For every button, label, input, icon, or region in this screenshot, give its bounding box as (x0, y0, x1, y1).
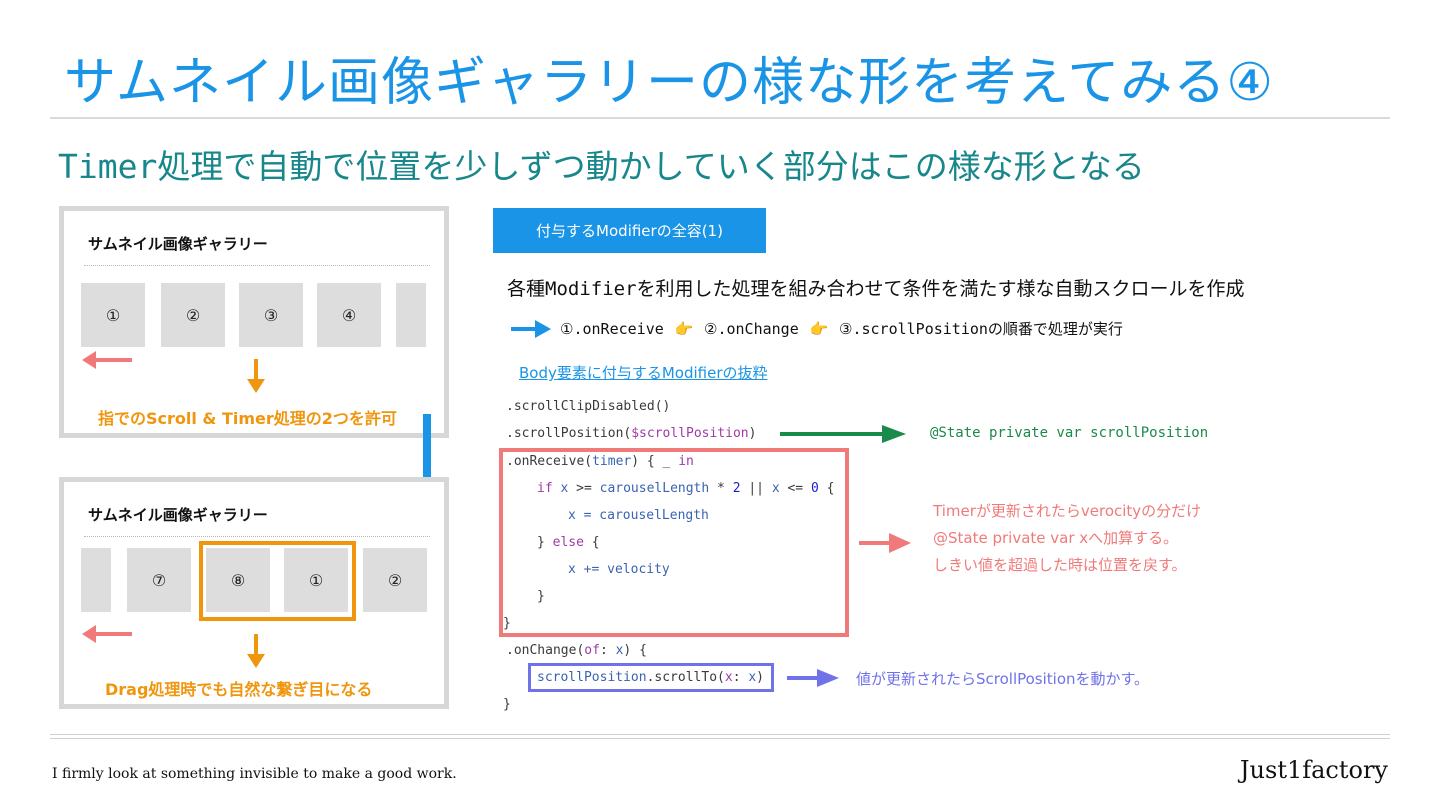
code-line-4: if x >= carouselLength * 2 || x <= 0 { (537, 481, 835, 496)
title-divider (50, 117, 1390, 119)
order-step-1: ①.onReceive (560, 320, 664, 338)
description-prefix: 各種 (507, 278, 546, 300)
description-mono: Modifier (545, 278, 637, 300)
code-line-1: .scrollClipDisabled() (506, 399, 671, 414)
code-line-7: x += velocity (568, 562, 670, 577)
state-note: @State private var scrollPosition (930, 425, 1209, 441)
code-line-5: x = carouselLength (568, 508, 709, 523)
down-arrow-icon (247, 359, 265, 393)
panel-2-divider (84, 536, 430, 537)
seam-highlight-box (199, 541, 356, 621)
panel-1-divider (84, 265, 430, 266)
footer-tagline: I firmly look at something invisible to … (52, 766, 457, 782)
thumbnail-partial[interactable] (81, 548, 111, 612)
subtitle-rest: 処理で自動で位置を少しずつ動かしていく部分はこの様な形となる (157, 147, 1145, 186)
thumbnail-3[interactable]: ③ (239, 283, 303, 347)
hand-pointer-icon: 👉 (809, 320, 829, 338)
thumbnail-2[interactable]: ② (161, 283, 225, 347)
value-note: 値が更新されたらScrollPositionを動かす。 (856, 670, 1150, 688)
pink-arrow-icon (859, 533, 911, 553)
green-arrow-icon (780, 425, 906, 443)
down-arrow-icon (247, 634, 265, 668)
body-modifier-link[interactable]: Body要素に付与するModifierの抜粋 (519, 362, 768, 383)
code-line-6: } else { (537, 535, 600, 550)
order-arrow-icon (511, 320, 551, 338)
timer-note-line-2: @State private var xへ加算する。 (933, 529, 1179, 547)
code-line-12: } (503, 697, 511, 712)
hand-pointer-icon: 👉 (674, 320, 694, 338)
brand-logo: Just1factory (1239, 756, 1388, 784)
left-arrow-icon (82, 625, 132, 643)
order-step-2: ②.onChange (704, 320, 799, 338)
panel-1-caption: 指でのScroll & Timer処理の2つを許可 (98, 409, 397, 428)
thumbnail-7[interactable]: ⑦ (127, 548, 191, 612)
code-line-8: } (537, 589, 545, 604)
purple-arrow-icon (787, 669, 839, 687)
thumbnail-4[interactable]: ④ (317, 283, 381, 347)
timer-note: Timerが更新されたらverocityの分だけ @State private … (933, 498, 1201, 579)
gallery-panel-1: サムネイル画像ギャラリー ① ② ③ ④ 指でのScroll & Timer処理… (59, 206, 449, 438)
timer-note-line-1: Timerが更新されたらverocityの分だけ (933, 502, 1202, 520)
panel-2-title: サムネイル画像ギャラリー (88, 506, 268, 524)
code-line-10: .onChange(of: x) { (506, 643, 647, 658)
description-text: 各種Modifierを利用した処理を組み合わせて条件を満たす様な自動スクロールを… (507, 274, 1245, 301)
footer-divider (50, 734, 1390, 739)
code-line-11: scrollPosition.scrollTo(x: x) (537, 670, 764, 685)
thumbnail-partial[interactable] (396, 283, 426, 347)
code-line-3: .onReceive(timer) { _ in (506, 454, 694, 469)
processing-order: ①.onReceive 👉 ②.onChange 👉 ③.scrollPosit… (560, 318, 1123, 339)
page-title: サムネイル画像ギャラリーの様な形を考えてみる④ (64, 53, 1274, 113)
subtitle-prefix: Timer (58, 147, 158, 186)
panel-1-title: サムネイル画像ギャラリー (88, 235, 268, 253)
left-arrow-icon (82, 351, 132, 369)
order-step-3: ③.scrollPositionの順番で処理が実行 (839, 320, 1123, 338)
modifier-overview-button[interactable]: 付与するModifierの全容(1) (493, 208, 766, 253)
panel-2-caption: Drag処理時でも自然な繋ぎ目になる (105, 680, 373, 699)
timer-note-line-3: しきい値を超過した時は位置を戻す。 (933, 556, 1187, 574)
thumbnail-1[interactable]: ① (81, 283, 145, 347)
description-rest: を利用した処理を組み合わせて条件を満たす様な自動スクロールを作成 (636, 278, 1245, 300)
thumbnail-2[interactable]: ② (363, 548, 427, 612)
code-line-2: .scrollPosition($scrollPosition) (506, 426, 757, 441)
code-line-9: } (503, 616, 511, 631)
gallery-panel-2: サムネイル画像ギャラリー ⑦ ⑧ ① ② Drag処理時でも自然な繋ぎ目になる (59, 477, 449, 709)
page-subtitle: Timer処理で自動で位置を少しずつ動かしていく部分はこの様な形となる (58, 140, 1145, 188)
